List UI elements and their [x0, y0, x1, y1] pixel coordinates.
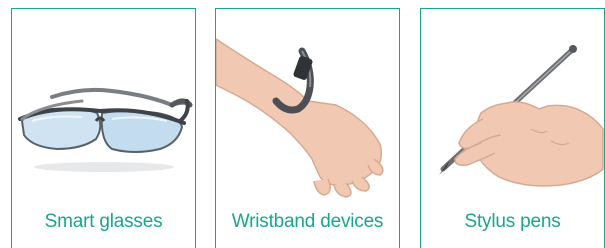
panel-smart-glasses: Smart glasses	[11, 8, 196, 248]
stylus-pen-icon	[439, 45, 604, 187]
caption-stylus-pens: Stylus pens	[464, 211, 561, 232]
caption-smart-glasses: Smart glasses	[44, 211, 163, 232]
caption-wristband-devices: Wristband devices	[231, 211, 384, 232]
wristband-icon	[216, 38, 384, 198]
panel-stylus-pens: Stylus pens	[420, 8, 605, 248]
panel-wristband-devices: Wristband devices	[215, 8, 400, 248]
smart-glasses-icon	[18, 87, 193, 172]
